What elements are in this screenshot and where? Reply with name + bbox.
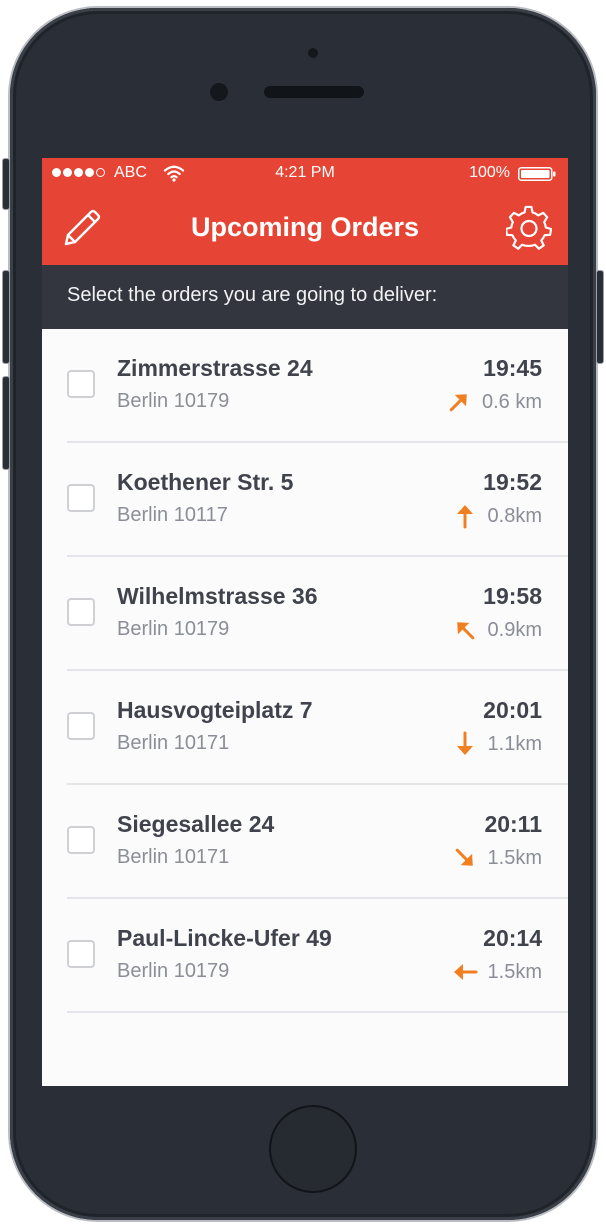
volume-down-button bbox=[2, 376, 10, 470]
silent-switch bbox=[2, 158, 10, 210]
order-street: Hausvogteiplatz 7 bbox=[117, 697, 313, 723]
order-city: Berlin 10117 bbox=[117, 504, 228, 526]
order-checkbox[interactable] bbox=[67, 826, 95, 854]
volume-up-button bbox=[2, 270, 10, 364]
order-distance: 0.9km bbox=[487, 618, 542, 641]
order-distance: 0.6 km bbox=[481, 390, 542, 413]
order-distance-group: 0.9km bbox=[452, 617, 542, 643]
order-distance-group: 0.8km bbox=[452, 503, 542, 529]
order-row[interactable]: Zimmerstrasse 24 Berlin 10179 19:45 0.6 … bbox=[42, 329, 568, 443]
order-distance-group: 1.5km bbox=[452, 845, 542, 871]
earpiece-speaker bbox=[264, 86, 364, 98]
order-street: Siegesallee 24 bbox=[117, 811, 275, 837]
order-city: Berlin 10171 bbox=[117, 846, 230, 868]
order-checkbox[interactable] bbox=[67, 484, 95, 512]
order-city: Berlin 10179 bbox=[117, 390, 230, 412]
status-bar: ABC 4:21 PM 100% bbox=[42, 158, 568, 188]
order-checkbox[interactable] bbox=[67, 940, 95, 968]
order-distance-group: 1.5km bbox=[452, 959, 542, 985]
arrow-north-west-icon bbox=[456, 622, 474, 640]
page-title: Upcoming Orders bbox=[190, 212, 420, 242]
arrow-south-icon bbox=[456, 731, 473, 755]
order-checkbox[interactable] bbox=[67, 712, 95, 740]
order-time: 20:01 bbox=[483, 697, 542, 723]
order-distance: 1.1km bbox=[487, 732, 542, 755]
order-checkbox[interactable] bbox=[67, 598, 95, 626]
order-row[interactable]: Hausvogteiplatz 7 Berlin 10171 20:01 1.1… bbox=[42, 671, 568, 785]
order-time: 19:45 bbox=[483, 355, 542, 381]
order-row[interactable]: Siegesallee 24 Berlin 10171 20:11 1.5km bbox=[42, 785, 568, 899]
order-street: Paul-Lincke-Ufer 49 bbox=[117, 925, 332, 951]
order-street: Koethener Str. 5 bbox=[117, 469, 294, 495]
order-time: 19:58 bbox=[483, 583, 542, 609]
order-row[interactable]: Paul-Lincke-Ufer 49 Berlin 10179 20:14 1… bbox=[42, 899, 568, 1013]
app-screen: ABC 4:21 PM 100% Upcoming Orders Select … bbox=[42, 158, 568, 1086]
order-street: Zimmerstrasse 24 bbox=[117, 355, 313, 381]
order-city: Berlin 10171 bbox=[117, 732, 230, 754]
home-button[interactable] bbox=[269, 1105, 357, 1193]
order-checkbox[interactable] bbox=[67, 370, 95, 398]
navigation-bar: Upcoming Orders bbox=[42, 188, 568, 265]
gear-icon[interactable] bbox=[506, 205, 552, 251]
power-button bbox=[596, 270, 604, 364]
arrow-south-east-icon bbox=[455, 848, 473, 866]
order-distance: 1.5km bbox=[487, 846, 542, 869]
order-street: Wilhelmstrasse 36 bbox=[117, 583, 318, 609]
order-time: 20:11 bbox=[484, 811, 542, 837]
arrow-north-east-icon bbox=[449, 394, 467, 412]
battery-percentage: 100% bbox=[469, 164, 510, 181]
order-distance-group: 0.6 km bbox=[446, 389, 542, 415]
order-city: Berlin 10179 bbox=[117, 960, 230, 982]
order-row[interactable]: Koethener Str. 5 Berlin 10117 19:52 0.8k… bbox=[42, 443, 568, 557]
order-list: Zimmerstrasse 24 Berlin 10179 19:45 0.6 … bbox=[42, 329, 568, 1013]
order-distance: 1.5km bbox=[487, 960, 542, 983]
order-distance-group: 1.1km bbox=[452, 731, 542, 757]
front-camera bbox=[210, 83, 228, 101]
order-row[interactable]: Wilhelmstrasse 36 Berlin 10179 19:58 0.9… bbox=[42, 557, 568, 671]
order-time: 20:14 bbox=[483, 925, 542, 951]
order-time: 19:52 bbox=[483, 469, 542, 495]
order-distance: 0.8km bbox=[487, 504, 542, 527]
arrow-north-icon bbox=[456, 505, 473, 529]
arrow-west-icon bbox=[453, 964, 478, 980]
instruction-banner: Select the orders you are going to deliv… bbox=[42, 265, 568, 329]
battery-icon bbox=[518, 167, 556, 181]
proximity-sensor bbox=[308, 48, 318, 58]
order-city: Berlin 10179 bbox=[117, 618, 230, 640]
